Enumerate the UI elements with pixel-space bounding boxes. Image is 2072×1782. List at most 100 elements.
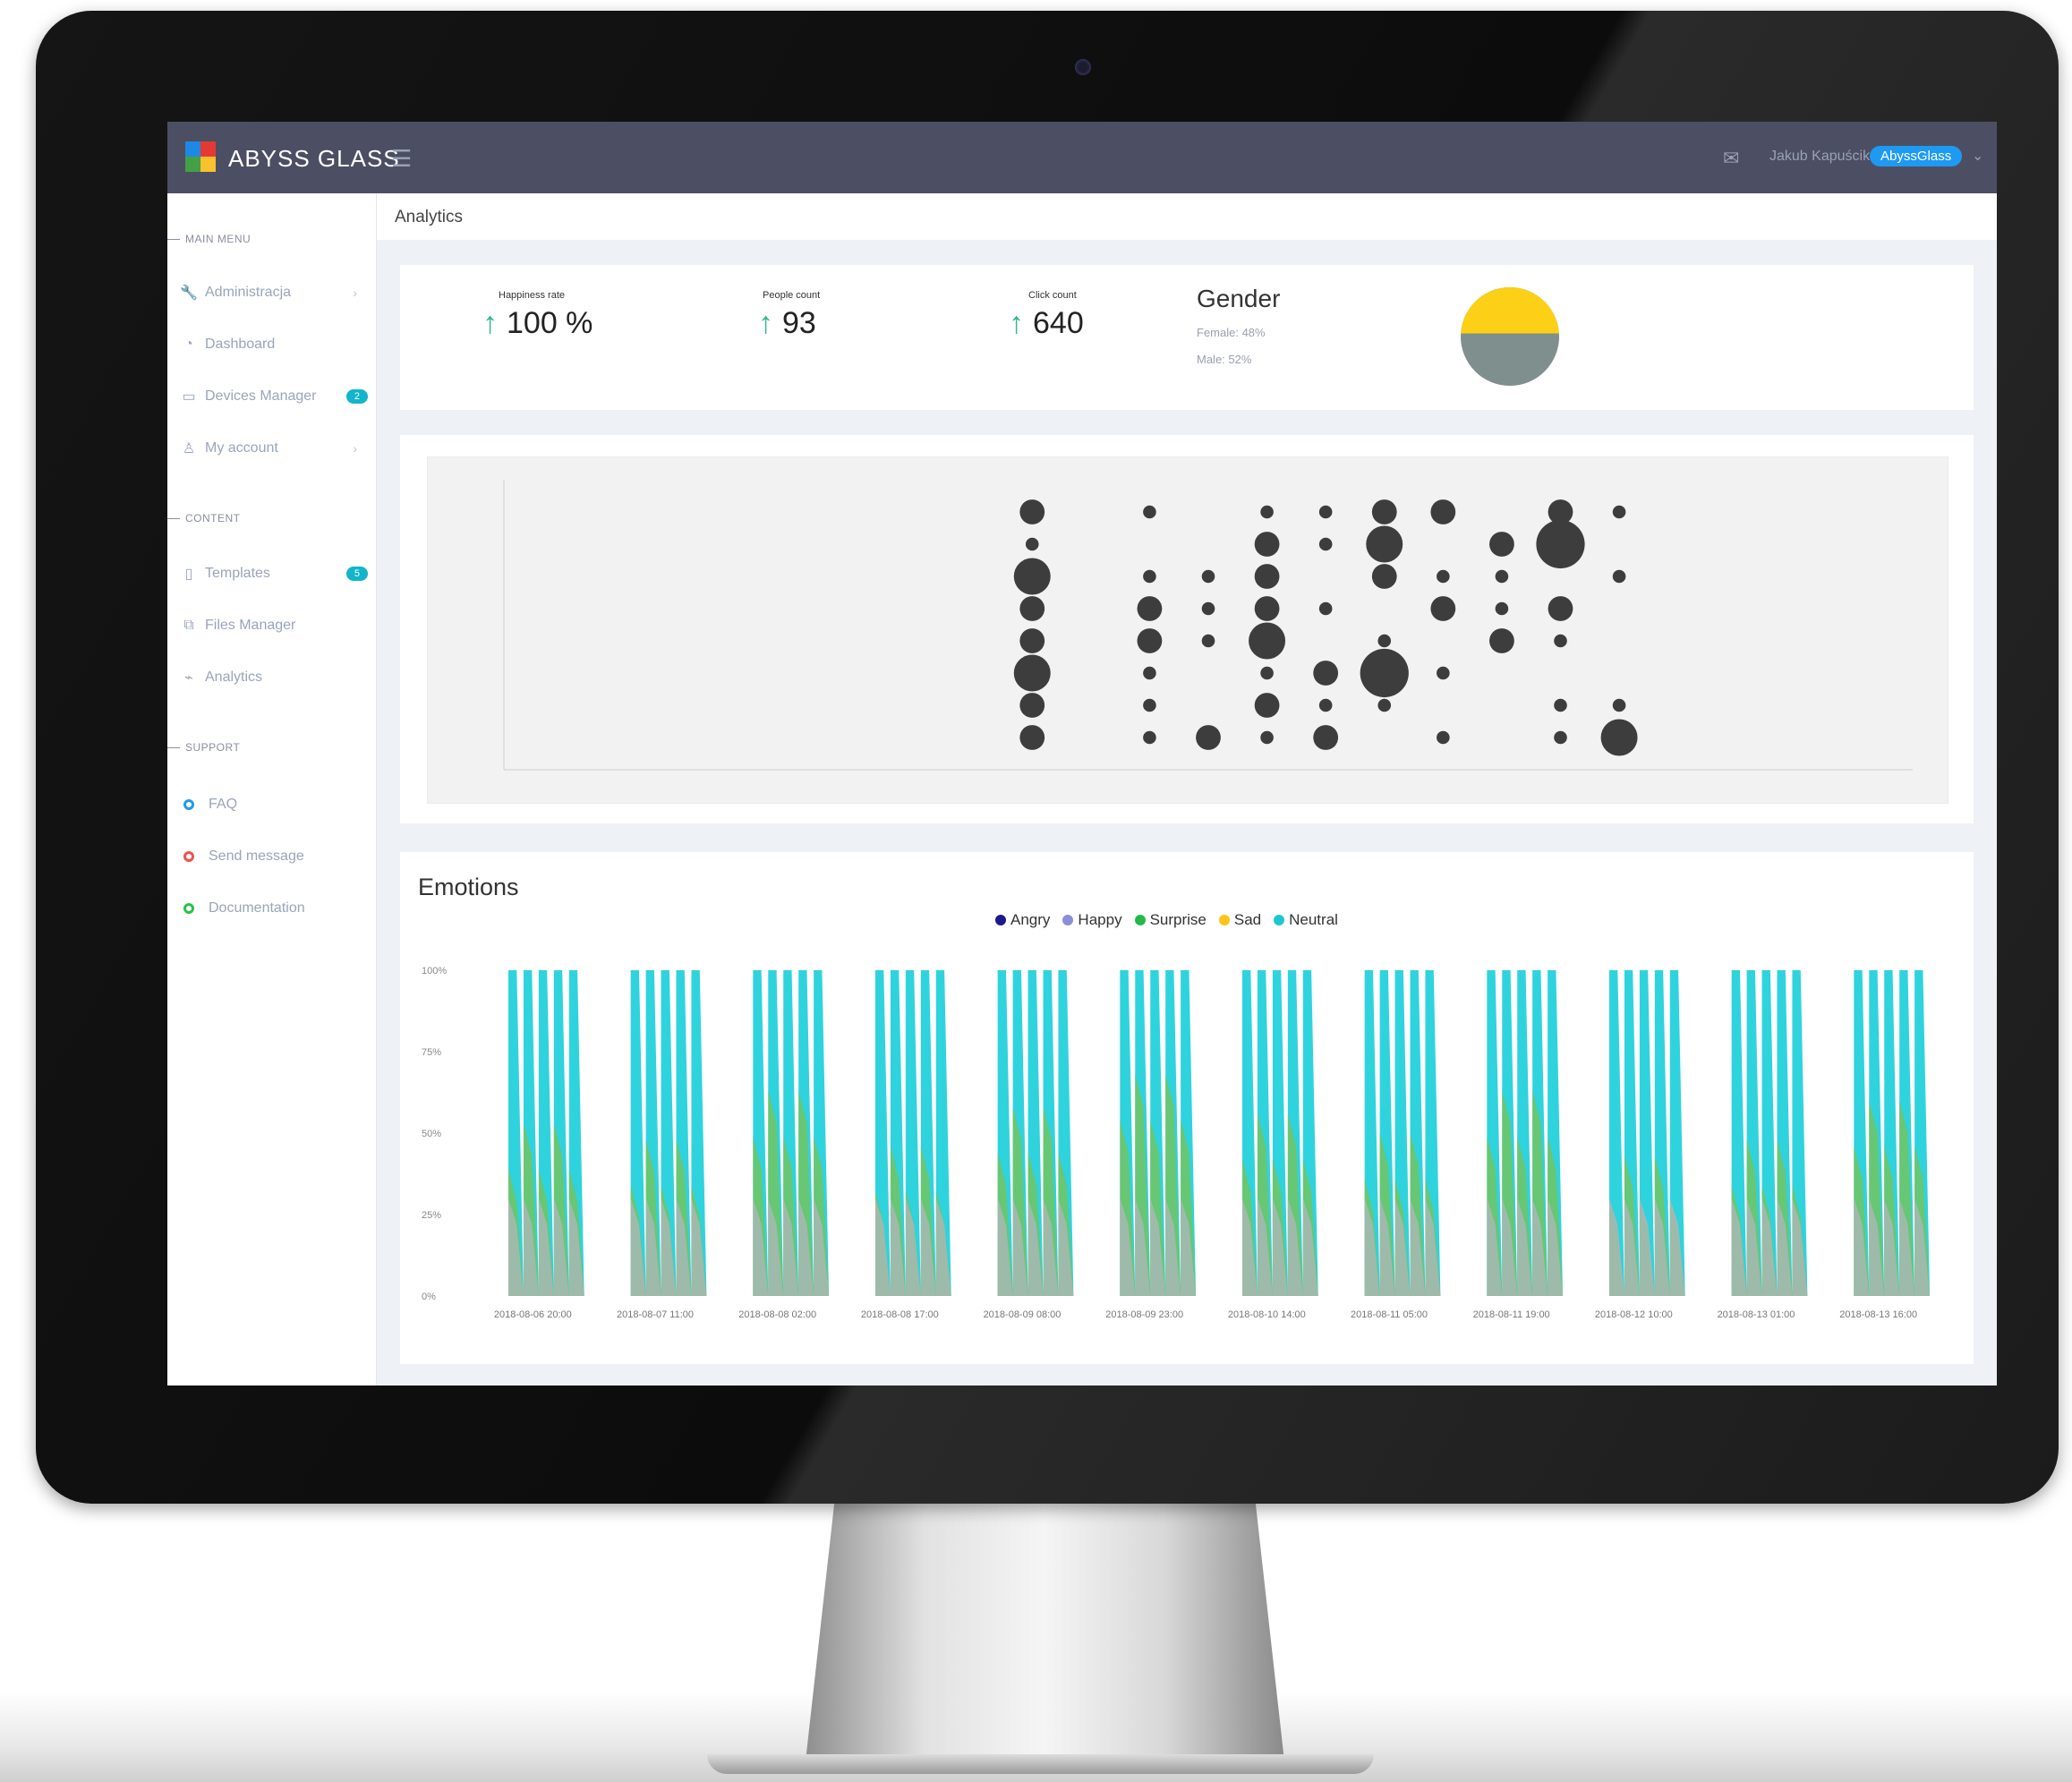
hamburger-menu-icon[interactable]: ☰ (391, 145, 412, 173)
wrench-icon: 🔧 (180, 286, 198, 301)
legend-item-surprise[interactable]: Surprise (1134, 911, 1207, 929)
sidebar-item-label: Dashboard (205, 337, 276, 352)
x-tick-label: 2018-08-12 10:00 (1595, 1309, 1673, 1320)
bubble-point (1201, 569, 1215, 584)
sidebar-item-analytics[interactable]: ⌁ Analytics (180, 664, 368, 691)
plot-background (427, 456, 1948, 804)
org-badge[interactable]: AbyssGlass (1870, 146, 1963, 166)
legend-item-happy[interactable]: Happy (1062, 911, 1122, 929)
bubble-point (1019, 725, 1045, 750)
sidebar-item-my-account[interactable]: ♙ My account › (180, 435, 368, 462)
bubble-point (1254, 564, 1280, 589)
bubble-point (1313, 725, 1339, 750)
sidebar: MAIN MENU 🔧 Administracja › ◔ Dashboard … (167, 193, 377, 1386)
brand-name: ABYSS GLASS (228, 145, 400, 172)
bubble-point (1019, 693, 1045, 718)
camera-icon (1075, 59, 1091, 75)
pie-slice-female (1461, 286, 1559, 334)
monitor-bezel: ABYSS GLASS ☰ ✉ Jakub Kapuścik AbyssGlas… (36, 11, 2059, 1504)
sidebar-item-templates[interactable]: ▯ Templates 5 (180, 560, 368, 587)
bubble-point (1495, 601, 1509, 616)
x-tick-label: 2018-08-09 23:00 (1105, 1309, 1183, 1320)
bubble-point (1612, 698, 1626, 712)
bubble-point (1318, 505, 1333, 519)
click-count-value: ↑ 640 (1009, 306, 1084, 340)
sidebar-item-label: Administracja (205, 285, 292, 300)
count-badge: 2 (345, 389, 368, 404)
sidebar-item-files-manager[interactable]: ⧉ Files Manager (180, 612, 368, 639)
sidebar-item-faq[interactable]: FAQ (180, 791, 368, 818)
bubble-point (1430, 596, 1456, 621)
bubble-point (1437, 730, 1450, 745)
legend-item-neutral[interactable]: Neutral (1274, 911, 1338, 929)
happiness-rate-value: ↑ 100 % (482, 306, 593, 340)
sidebar-item-administracja[interactable]: 🔧 Administracja › (180, 279, 368, 306)
bubble-point (1489, 628, 1514, 653)
y-tick-label: 25% (422, 1210, 441, 1221)
bubble-point (1143, 569, 1156, 584)
bubble-point (1019, 628, 1045, 653)
bubble-point (1360, 648, 1409, 698)
click-count-label: Click count (1028, 290, 1077, 301)
gender-male: Male: 52% (1197, 353, 1252, 366)
legend-item-angry[interactable]: Angry (995, 911, 1050, 929)
breadcrumb: Analytics (377, 193, 1997, 240)
bubble-point (1249, 622, 1286, 660)
arrow-up-icon: ↑ (1009, 306, 1024, 340)
page-title: Analytics (395, 208, 464, 226)
scatter-card (400, 435, 1974, 823)
user-name[interactable]: Jakub Kapuścik (1769, 149, 1870, 165)
bubble-point (1377, 698, 1392, 712)
happiness-rate-label: Happiness rate (499, 290, 565, 301)
bubble-point (1254, 532, 1280, 557)
gender-female: Female: 48% (1197, 326, 1266, 339)
bubble-point (1612, 505, 1626, 519)
bubble-point (1201, 634, 1215, 648)
files-icon: ⧉ (183, 618, 194, 633)
chevron-right-icon: › (353, 286, 357, 300)
people-count-label: People count (763, 290, 821, 301)
x-tick-label: 2018-08-06 20:00 (494, 1309, 572, 1320)
bubble-point (1137, 628, 1163, 653)
sidebar-item-label: Files Manager (205, 618, 296, 633)
bubble-point (1554, 698, 1567, 712)
mail-icon[interactable]: ✉ (1723, 147, 1739, 170)
sidebar-item-devices-manager[interactable]: ▭ Devices Manager 2 (180, 383, 368, 410)
bubble-point (1371, 499, 1397, 524)
bubble-point (1013, 654, 1051, 692)
bubble-point (1430, 499, 1456, 524)
x-tick-label: 2018-08-08 17:00 (861, 1309, 939, 1320)
bubble-point (1143, 505, 1156, 519)
sidebar-item-dashboard[interactable]: ◔ Dashboard (180, 331, 368, 358)
x-tick-label: 2018-08-10 14:00 (1228, 1309, 1306, 1320)
bubble-point (1260, 505, 1274, 519)
x-tick-label: 2018-08-08 02:00 (738, 1309, 816, 1320)
legend-item-sad[interactable]: Sad (1218, 911, 1261, 929)
bubble-point (1201, 601, 1215, 616)
emotions-area-chart: 100% 75% 50% 25% 0% 2018-08-06 20:00 2018-08-0… (422, 966, 1931, 1320)
document-icon: ▯ (184, 567, 193, 582)
bubble-point (1254, 693, 1280, 718)
arrow-up-icon: ↑ (758, 306, 773, 340)
bubble-point (1318, 601, 1333, 616)
bubble-point (1196, 725, 1221, 750)
sidebar-item-label: My account (205, 440, 278, 456)
bubble-point (1260, 666, 1274, 680)
sidebar-item-documentation[interactable]: Documentation (180, 895, 368, 922)
top-navbar: ABYSS GLASS ☰ ✉ Jakub Kapuścik AbyssGlas… (167, 122, 1997, 193)
gender-pie-chart (1461, 286, 1559, 386)
bubble-point (1143, 730, 1156, 745)
people-count-value: ↑ 93 (758, 306, 816, 340)
sidebar-item-send-message[interactable]: Send message (180, 843, 368, 870)
sidebar-item-label: Analytics (205, 669, 263, 685)
bubble-point (1495, 569, 1509, 584)
monitor-icon: ▭ (182, 389, 196, 405)
bubble-point (1143, 666, 1156, 680)
chevron-down-icon[interactable]: ⌄ (1972, 147, 1983, 165)
bubble-point (1437, 569, 1450, 584)
bubble-point (1554, 730, 1567, 745)
bubble-point (1143, 698, 1156, 712)
monitor-foot (707, 1754, 1374, 1774)
bubble-point (1554, 634, 1567, 648)
bubble-point (1437, 666, 1450, 680)
